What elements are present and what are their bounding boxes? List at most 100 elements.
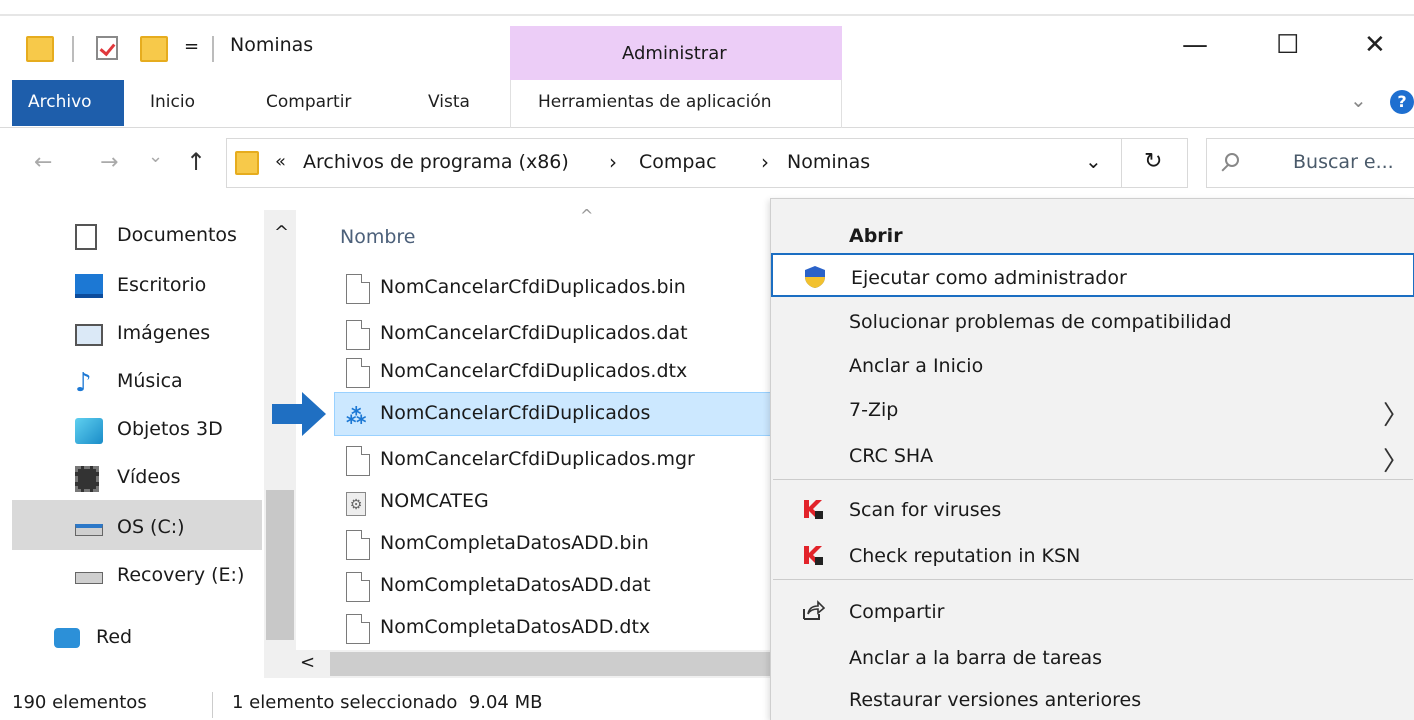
file-icon xyxy=(346,614,370,644)
search-box[interactable]: Buscar e... xyxy=(1206,138,1414,188)
scroll-left-button[interactable]: < xyxy=(300,652,315,673)
objects3d-icon xyxy=(75,418,103,444)
menu-item-crc-sha[interactable]: CRC SHA 〉 xyxy=(771,433,1414,477)
menu-item-check-reputation[interactable]: Check reputation in KSN xyxy=(771,533,1414,577)
nav-item-label: Vídeos xyxy=(117,466,181,488)
tab-compartir[interactable]: Compartir xyxy=(266,92,351,112)
menu-item-scan-for-viruses[interactable]: Scan for viruses xyxy=(771,487,1414,531)
menu-item-7zip[interactable]: 7-Zip 〉 xyxy=(771,387,1414,431)
sort-indicator-icon: ^ xyxy=(580,206,594,225)
menu-item-label: Solucionar problemas de compatibilidad xyxy=(849,311,1232,333)
breadcrumb-separator[interactable]: › xyxy=(761,150,769,174)
file-icon xyxy=(346,320,370,350)
menu-item-abrir[interactable]: Abrir xyxy=(771,213,1414,257)
horizontal-scrollbar-thumb[interactable] xyxy=(330,652,780,676)
breadcrumb-separator[interactable]: › xyxy=(609,150,617,174)
breadcrumb-overflow[interactable]: « xyxy=(275,151,286,172)
column-header-nombre[interactable]: Nombre xyxy=(340,226,416,248)
menu-separator xyxy=(773,579,1413,580)
file-name: NomCompletaDatosADD.dat xyxy=(380,574,651,596)
address-bar[interactable]: « Archivos de programa (x86) › Compac › … xyxy=(226,138,1122,188)
menu-item-ejecutar-como-administrador[interactable]: Ejecutar como administrador xyxy=(771,253,1414,297)
nav-item-label: Escritorio xyxy=(117,274,207,296)
menu-item-solucionar-problemas[interactable]: Solucionar problemas de compatibilidad xyxy=(771,299,1414,343)
context-menu: Abrir Ejecutar como administrador Soluci… xyxy=(770,198,1414,720)
nav-item-label: Recovery (E:) xyxy=(117,564,245,586)
nav-scroll-up[interactable]: ^ xyxy=(274,222,289,243)
settings-file-icon: ⚙ xyxy=(346,492,366,516)
search-input[interactable]: Buscar e... xyxy=(1293,151,1394,173)
file-name: NomCancelarCfdiDuplicados.bin xyxy=(380,276,686,298)
expand-ribbon-icon[interactable]: ⌄ xyxy=(1350,88,1367,112)
menu-separator xyxy=(773,479,1413,480)
file-name: NomCancelarCfdiDuplicados.mgr xyxy=(380,448,695,470)
menu-item-compartir[interactable]: Compartir xyxy=(771,589,1414,633)
submenu-arrow-icon: 〉 xyxy=(1382,401,1409,431)
nav-scrollbar-thumb[interactable] xyxy=(266,490,294,640)
shield-icon xyxy=(805,266,825,288)
breadcrumb-item[interactable]: Compac xyxy=(639,151,717,173)
share-icon xyxy=(803,600,825,620)
contextual-tab-group: Administrar xyxy=(510,26,842,80)
close-button[interactable]: ✕ xyxy=(1364,30,1386,60)
desktop-icon xyxy=(75,274,103,298)
kaspersky-icon xyxy=(804,500,823,519)
refresh-button[interactable]: ↻ xyxy=(1122,138,1188,188)
submenu-arrow-icon: 〉 xyxy=(1382,447,1409,477)
app-icon: ⁂ xyxy=(346,404,367,428)
folder-icon[interactable] xyxy=(26,36,54,62)
address-dropdown-icon[interactable]: ⌄ xyxy=(1085,149,1102,173)
menu-item-label: Check reputation in KSN xyxy=(849,545,1081,567)
tab-inicio[interactable]: Inicio xyxy=(150,92,195,112)
videos-icon xyxy=(75,466,99,492)
folder-icon xyxy=(235,151,259,175)
pictures-icon xyxy=(75,324,103,346)
up-button[interactable]: ↑ xyxy=(186,148,206,176)
file-name: NomCompletaDatosADD.bin xyxy=(380,532,649,554)
menu-item-label: Abrir xyxy=(849,225,903,247)
nav-item-label: Música xyxy=(117,370,183,392)
toolbar-separator xyxy=(212,36,214,62)
breadcrumb-item[interactable]: Archivos de programa (x86) xyxy=(303,151,569,173)
tab-archivo[interactable]: Archivo xyxy=(12,80,124,126)
menu-item-anclar-barra-tareas[interactable]: Anclar a la barra de tareas xyxy=(771,635,1414,679)
item-count: 190 elementos xyxy=(12,692,147,713)
documents-icon xyxy=(75,224,97,250)
status-separator xyxy=(212,692,213,718)
maximize-button[interactable]: ☐ xyxy=(1276,30,1299,60)
menu-item-label: 7-Zip xyxy=(849,399,899,421)
help-icon[interactable]: ? xyxy=(1390,90,1414,114)
menu-item-label: Scan for viruses xyxy=(849,499,1002,521)
tab-herramientas-de-aplicacion[interactable]: Herramientas de aplicación xyxy=(538,92,772,112)
recent-locations-button[interactable]: ⌄ xyxy=(148,146,163,167)
contextual-tab-label: Administrar xyxy=(622,43,727,64)
nav-item-label: Objetos 3D xyxy=(117,418,223,440)
menu-item-label: Anclar a la barra de tareas xyxy=(849,647,1103,669)
network-icon xyxy=(54,628,80,648)
properties-icon[interactable] xyxy=(96,36,118,60)
qa-dropdown-icon[interactable]: = xyxy=(184,36,199,57)
file-icon xyxy=(346,572,370,602)
forward-button[interactable]: → xyxy=(100,150,118,175)
tab-vista[interactable]: Vista xyxy=(428,92,470,112)
menu-item-label: Anclar a Inicio xyxy=(849,355,984,377)
tab-label: Archivo xyxy=(28,92,92,112)
nav-item-label: Red xyxy=(96,626,133,648)
new-folder-icon[interactable] xyxy=(140,36,168,62)
menu-item-anclar-a-inicio[interactable]: Anclar a Inicio xyxy=(771,343,1414,387)
window-top-edge xyxy=(0,0,1414,16)
file-name: NomCompletaDatosADD.dtx xyxy=(380,616,651,638)
menu-item-restaurar-versiones[interactable]: Restaurar versiones anteriores xyxy=(771,677,1414,720)
menu-item-label: CRC SHA xyxy=(849,445,934,467)
back-button[interactable]: ← xyxy=(34,150,52,175)
selection-info: 1 elemento seleccionado 9.04 MB xyxy=(232,692,543,713)
nav-item-label: Imágenes xyxy=(117,322,211,344)
breadcrumb-item[interactable]: Nominas xyxy=(787,151,870,173)
file-name: NOMCATEG xyxy=(380,490,489,512)
file-icon xyxy=(346,274,370,304)
kaspersky-icon xyxy=(804,546,823,565)
minimize-button[interactable]: — xyxy=(1182,30,1208,60)
nav-item-label: Documentos xyxy=(117,224,237,246)
file-name: NomCancelarCfdiDuplicados xyxy=(380,402,651,424)
status-bar: 190 elementos 1 elemento seleccionado 9.… xyxy=(0,678,780,720)
